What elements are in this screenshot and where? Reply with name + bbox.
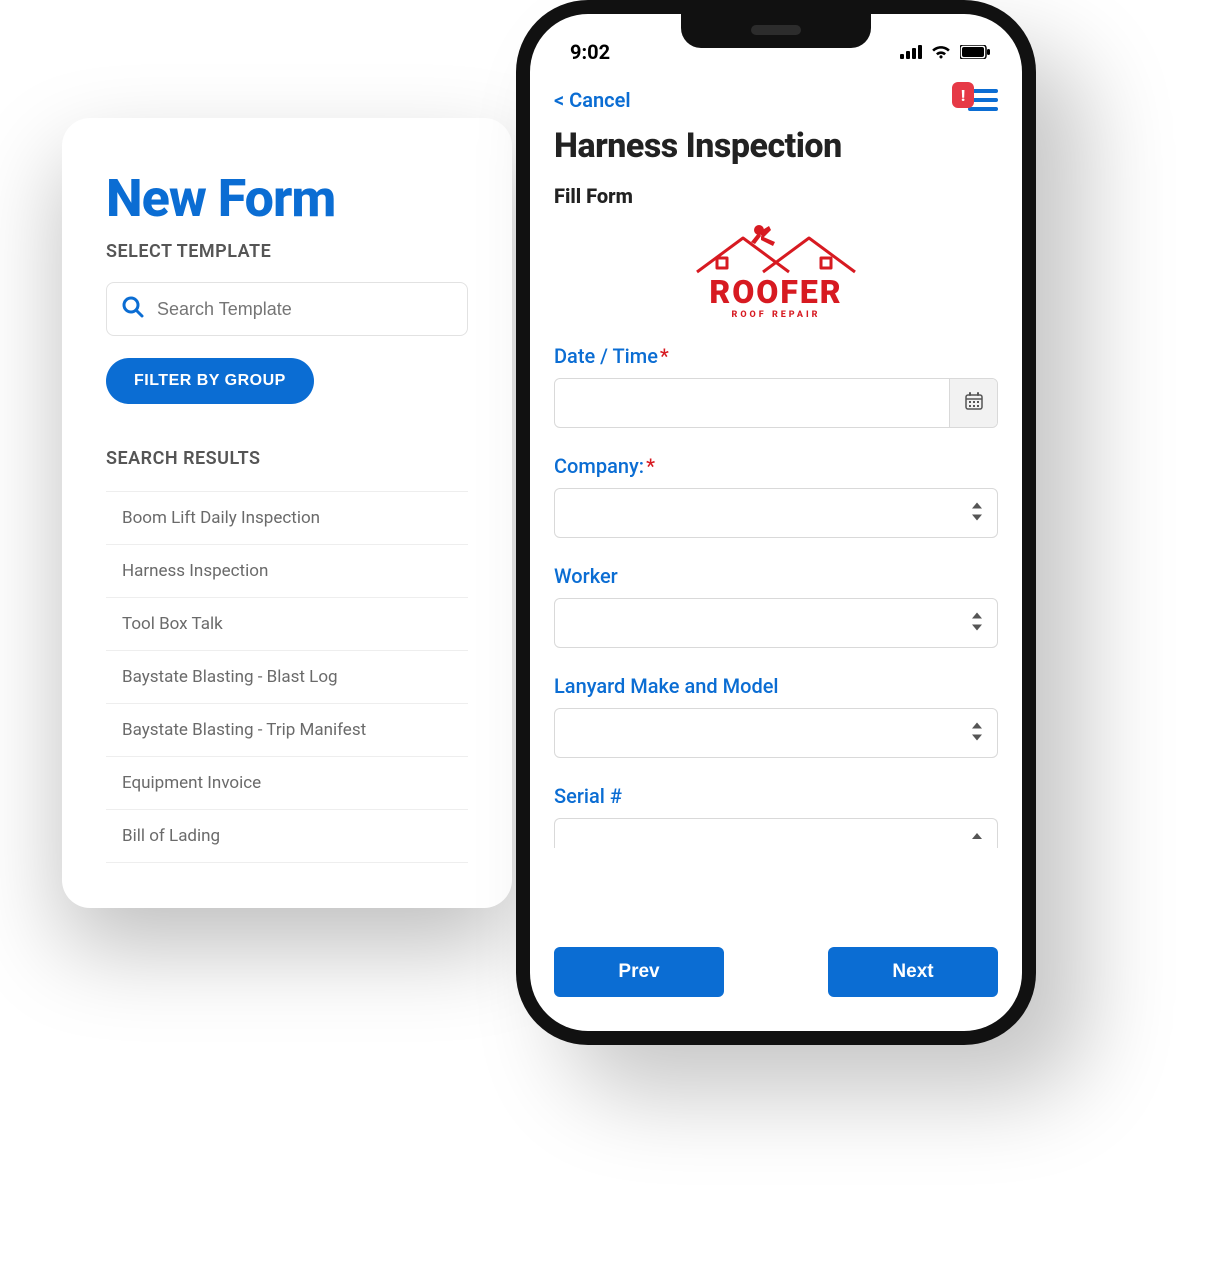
search-template-field[interactable] [106,282,468,336]
company-logo: ROOFER ROOF REPAIR [554,220,998,320]
app-header: < Cancel ! [530,72,1022,116]
template-item[interactable]: Bill of Lading [106,810,468,863]
company-select[interactable] [554,488,998,538]
field-serial: Serial # [554,784,998,848]
lanyard-select[interactable] [554,708,998,758]
field-company: Company:* [554,454,998,538]
field-date-time: Date / Time* [554,344,998,428]
form-nav: Prev Next [554,947,998,997]
field-lanyard: Lanyard Make and Model [554,674,998,758]
new-form-title: New Form [106,170,468,227]
date-time-label: Date / Time [554,344,658,368]
page-title: Harness Inspection [554,126,998,166]
phone-screen: 9:02 [530,14,1022,1031]
form-area: Fill Form [554,184,998,931]
required-indicator: * [660,344,669,368]
lanyard-label: Lanyard Make and Model [554,674,779,698]
status-time: 9:02 [570,40,610,64]
select-caret-icon [971,832,983,846]
logo-brand: ROOFER [691,276,861,308]
fill-form-label: Fill Form [554,184,998,208]
serial-label: Serial # [554,784,622,808]
cellular-icon [900,40,922,64]
cancel-button[interactable]: < Cancel [554,88,631,112]
menu-button[interactable]: ! [952,89,998,111]
prev-button[interactable]: Prev [554,947,724,997]
serial-select[interactable] [554,818,998,848]
template-item[interactable]: Tool Box Talk [106,598,468,651]
new-form-card: New Form SELECT TEMPLATE FILTER BY GROUP… [62,118,512,908]
template-item[interactable]: Baystate Blasting - Blast Log [106,651,468,704]
next-button[interactable]: Next [828,947,998,997]
phone-notch [681,14,871,48]
date-time-input[interactable] [555,379,949,427]
phone-mockup: 9:02 [516,0,1036,1045]
calendar-button[interactable] [949,379,997,427]
search-icon [121,295,145,323]
search-results-label: SEARCH RESULTS [106,448,468,469]
wifi-icon [930,40,952,64]
template-item[interactable]: Boom Lift Daily Inspection [106,492,468,545]
calendar-icon [965,392,983,414]
battery-icon [960,40,990,64]
template-item[interactable]: Baystate Blasting - Trip Manifest [106,704,468,757]
worker-label: Worker [554,564,618,588]
date-time-input-row[interactable] [554,378,998,428]
template-item[interactable]: Harness Inspection [106,545,468,598]
select-template-label: SELECT TEMPLATE [106,241,468,262]
required-indicator: * [646,454,655,478]
select-caret-icon [971,723,983,744]
template-item[interactable]: Equipment Invoice [106,757,468,810]
select-caret-icon [971,613,983,634]
company-label: Company: [554,454,644,478]
alert-badge: ! [952,82,974,108]
worker-select[interactable] [554,598,998,648]
search-template-input[interactable] [157,299,453,320]
field-worker: Worker [554,564,998,648]
roof-icon [691,220,861,280]
logo-tagline: ROOF REPAIR [691,310,861,320]
search-results-list: Boom Lift Daily Inspection Harness Inspe… [106,491,468,863]
filter-by-group-button[interactable]: FILTER BY GROUP [106,358,314,404]
select-caret-icon [971,503,983,524]
